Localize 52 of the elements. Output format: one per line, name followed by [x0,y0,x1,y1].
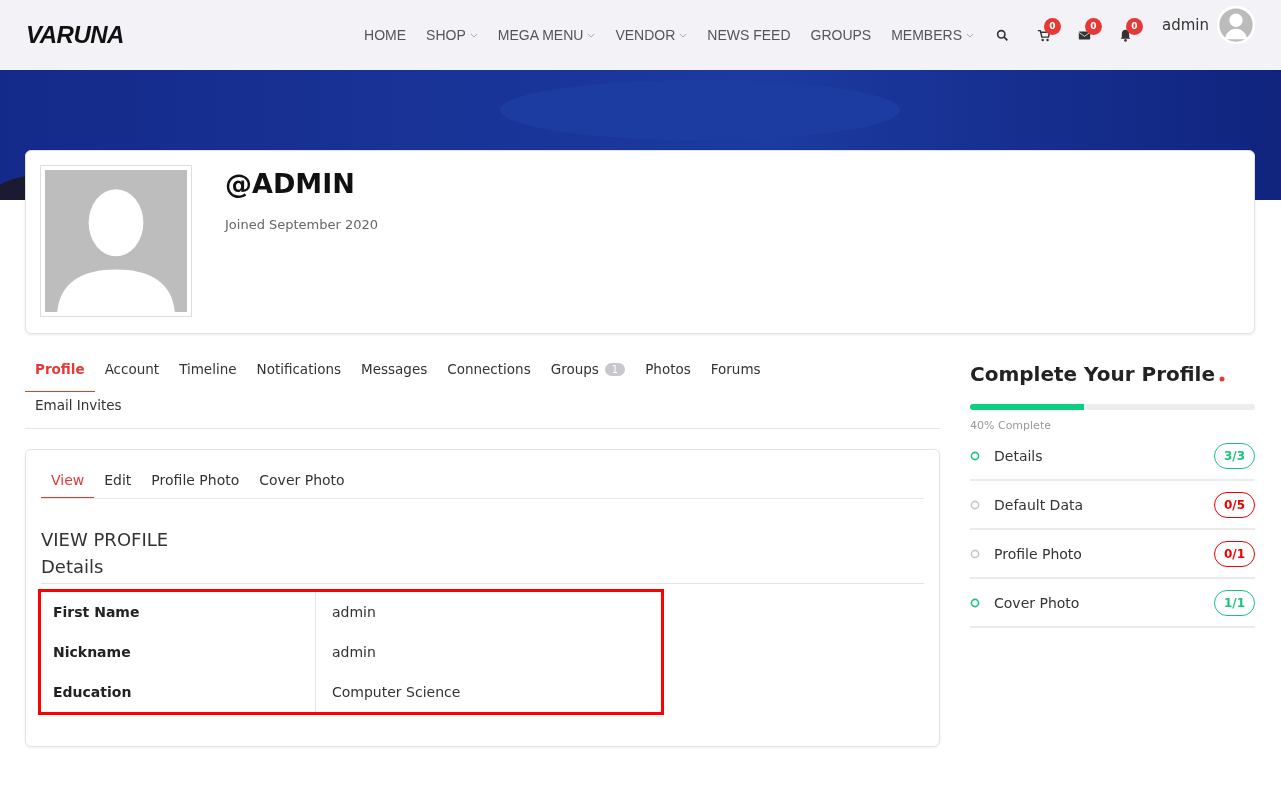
bell-icon[interactable] [1119,28,1132,42]
nav-link[interactable]: SHOP [426,27,478,43]
profile-tab[interactable]: Account [94,356,170,392]
progress-caption: 40% Complete [970,419,1052,432]
caret-icon [587,32,596,38]
joined-date: Joined September 2020 [225,217,379,232]
field-label: Education [41,672,316,712]
nav-link[interactable]: HOME [364,27,407,43]
notification-badge: 0 [1126,17,1143,35]
notification-badge: 0 [1085,17,1102,35]
widget-title: Complete Your Profile [970,362,1216,386]
profile-tab[interactable]: Groups 1 [540,356,636,392]
nav-link[interactable]: GROUPS [810,27,872,43]
field-value: Computer Science [315,672,661,712]
sub-tab[interactable]: View [41,464,95,498]
sub-tab[interactable]: Edit [94,464,142,498]
caret-icon [679,32,688,38]
profile-tab[interactable]: Forums [700,356,771,392]
dot-icon [1219,376,1226,382]
cart-icon[interactable] [1037,28,1050,42]
caret-icon [966,32,974,38]
notification-badge: 0 [1044,17,1061,35]
field-value: admin [315,592,661,632]
profile-tab[interactable]: Profile [25,356,95,392]
nav-link[interactable]: VENDOR [615,27,688,43]
avatar-icon [41,166,191,316]
profile-tab[interactable]: Messages [351,356,438,392]
field-label: First Name [41,592,316,632]
profile-handle: @ADMIN [225,168,356,199]
count-badge: 1 [604,362,626,376]
field-label: Nickname [41,632,316,672]
field-value: admin [315,632,661,672]
step-label: Default Data [994,496,1084,513]
search-icon[interactable] [996,28,1009,42]
nav-link[interactable]: MEMBERS [891,27,974,43]
profile-tab[interactable]: Connections [437,356,541,392]
step-label: Details [994,447,1043,464]
group-title: Details [41,556,924,584]
nav-link[interactable]: NEWS FEED [707,27,791,43]
nav-link[interactable]: MEGA MENU [497,27,596,43]
section-title: VIEW PROFILE [41,529,170,550]
step-label: Profile Photo [994,545,1082,562]
logo[interactable]: VARUNA [26,21,124,49]
sub-tab[interactable]: Profile Photo [141,464,250,498]
sub-tab[interactable]: Cover Photo [249,464,355,498]
profile-tab[interactable]: Photos [635,356,701,392]
caret-icon [469,32,478,38]
profile-tab[interactable]: Timeline [169,356,247,392]
user-name[interactable]: admin [1162,16,1209,34]
step-label: Cover Photo [994,594,1080,611]
profile-tab[interactable]: Notifications [246,356,352,392]
profile-tab[interactable]: Email Invites [25,392,132,428]
